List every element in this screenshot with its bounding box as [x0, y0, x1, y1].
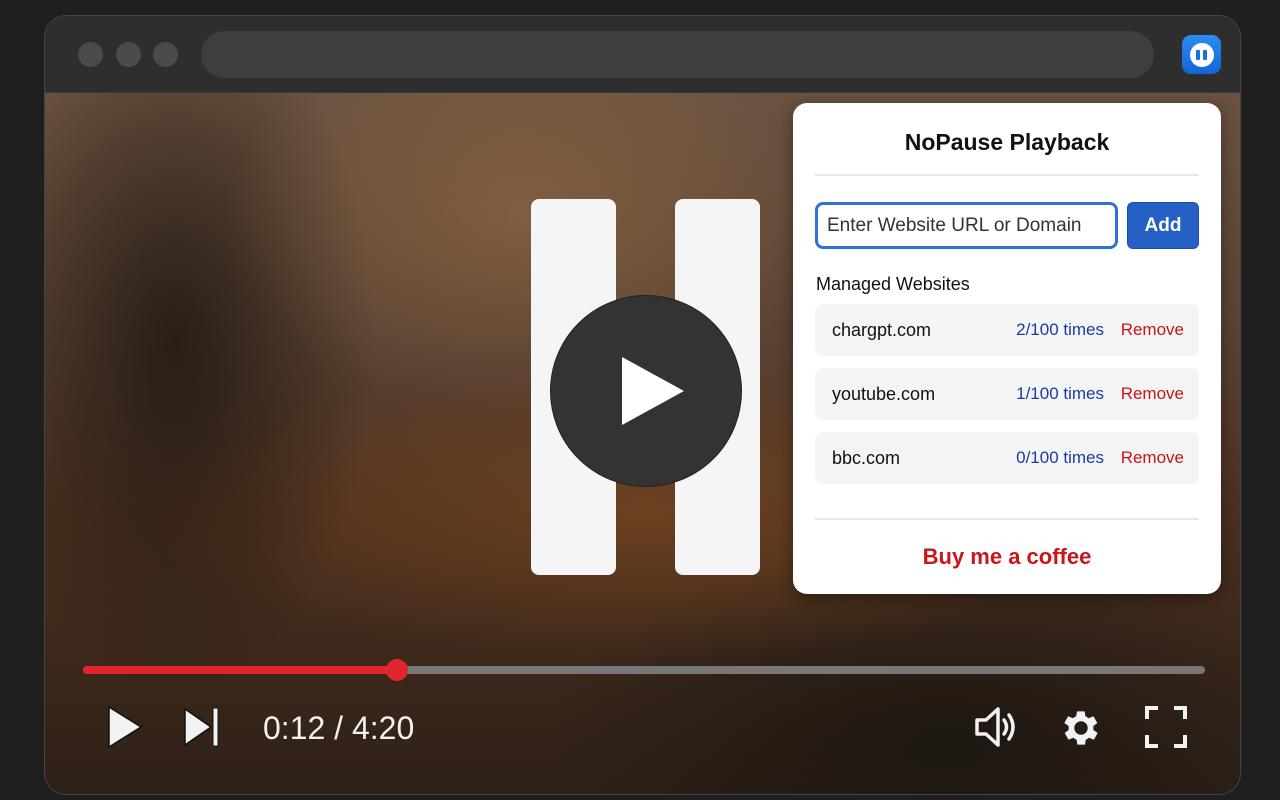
progress-fill: [83, 666, 397, 674]
play-icon: [622, 357, 684, 425]
window-minimize-button[interactable]: [116, 42, 141, 67]
title-bar: [45, 16, 1240, 93]
add-button[interactable]: Add: [1127, 202, 1199, 249]
managed-websites-label: Managed Websites: [816, 274, 970, 295]
browser-window: NoPause Playback Add Managed Websites ch…: [44, 15, 1241, 795]
settings-gear-icon[interactable]: [1058, 705, 1104, 751]
site-count: 0/100 times: [1016, 448, 1104, 468]
site-count: 1/100 times: [1016, 384, 1104, 404]
nopause-extension-button[interactable]: [1182, 35, 1221, 74]
site-domain: bbc.com: [832, 448, 900, 469]
url-input[interactable]: [815, 202, 1118, 249]
divider: [815, 174, 1199, 176]
remove-button[interactable]: Remove: [1121, 320, 1184, 340]
site-domain: youtube.com: [832, 384, 935, 405]
center-play-button[interactable]: [550, 295, 742, 487]
progress-bar[interactable]: [83, 666, 1205, 674]
site-domain: chargpt.com: [832, 320, 931, 341]
buy-me-a-coffee-link[interactable]: Buy me a coffee: [793, 544, 1221, 570]
site-count: 2/100 times: [1016, 320, 1104, 340]
remove-button[interactable]: Remove: [1121, 448, 1184, 468]
play-button[interactable]: [107, 705, 143, 749]
remove-button[interactable]: Remove: [1121, 384, 1184, 404]
site-row: bbc.com 0/100 times Remove: [815, 432, 1199, 484]
site-row: chargpt.com 2/100 times Remove: [815, 304, 1199, 356]
volume-button[interactable]: [973, 705, 1021, 749]
pause-circle-icon: [1190, 43, 1214, 67]
address-bar[interactable]: [201, 31, 1154, 78]
window-maximize-button[interactable]: [153, 42, 178, 67]
fullscreen-button[interactable]: [1144, 705, 1188, 749]
site-row: youtube.com 1/100 times Remove: [815, 368, 1199, 420]
time-display: 0:12 / 4:20: [263, 710, 414, 747]
divider: [815, 518, 1199, 520]
extension-popup: NoPause Playback Add Managed Websites ch…: [793, 103, 1221, 594]
window-close-button[interactable]: [78, 42, 103, 67]
next-button[interactable]: [183, 705, 223, 749]
progress-scrubber[interactable]: [386, 659, 408, 681]
popup-title: NoPause Playback: [793, 129, 1221, 156]
video-player[interactable]: NoPause Playback Add Managed Websites ch…: [45, 93, 1240, 795]
